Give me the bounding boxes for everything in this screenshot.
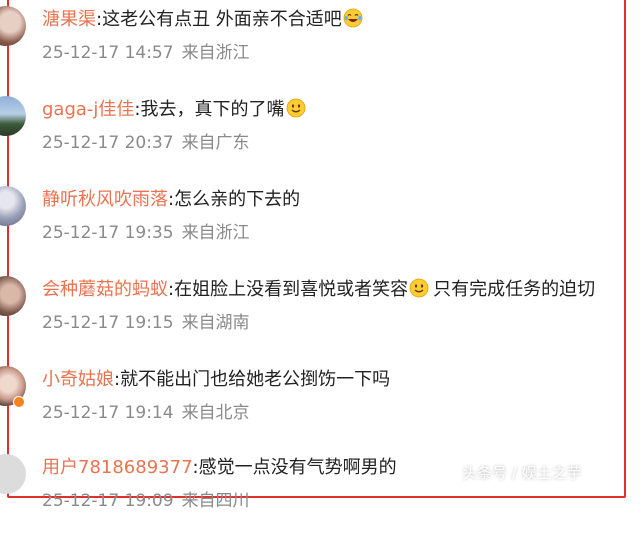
- username-link[interactable]: 小奇姑娘: [42, 369, 114, 390]
- verified-badge-icon: [13, 396, 25, 408]
- comment-location: 来自浙江: [181, 223, 250, 243]
- smile-emoji-icon: [409, 278, 429, 298]
- comment-item: 会种蘑菇的蚂蚁:在姐脸上没看到喜悦或者笑容 只有完成任务的迫切 25-12-17 …: [0, 274, 640, 364]
- username-link[interactable]: 溏果渠: [42, 9, 96, 30]
- comment-text-continued: 只有完成任务的迫切: [433, 279, 596, 300]
- comment-timestamp: 25-12-17 19:14: [42, 403, 174, 423]
- comment-item: 溏果渠:这老公有点丑 外面亲不合适吧 25-12-17 14:57 来自浙江: [0, 4, 640, 94]
- comment-location: 来自浙江: [181, 43, 250, 63]
- comment-text: 我去，真下的了嘴: [140, 99, 285, 120]
- smile-emoji-icon: [286, 98, 305, 118]
- comment-timestamp: 25-12-17 19:35: [42, 223, 174, 243]
- comment-timestamp: 25-12-17 19:15: [42, 313, 174, 333]
- comment-text: 感觉一点没有气势啊男的: [198, 457, 397, 478]
- laughing-tears-emoji-icon: [343, 8, 363, 28]
- comment-location: 来自湖南: [181, 313, 250, 333]
- comment-location: 来自广东: [181, 133, 250, 153]
- comment-text: 怎么亲的下去的: [174, 189, 301, 210]
- comment-location: 来自四川: [181, 491, 250, 511]
- username-link[interactable]: 静听秋风吹雨落: [42, 189, 168, 210]
- avatar[interactable]: [0, 96, 26, 136]
- watermark: 头条号 / 娱土之芋: [462, 464, 582, 482]
- username-link[interactable]: 会种蘑菇的蚂蚁: [42, 279, 168, 300]
- avatar[interactable]: [0, 186, 26, 226]
- avatar[interactable]: [0, 6, 26, 46]
- avatar[interactable]: [0, 454, 26, 494]
- comment-item: 小奇姑娘:就不能出门也给她老公捯饬一下吗 25-12-17 19:14 来自北京: [0, 364, 640, 454]
- comment-text: 在姐脸上没看到喜悦或者笑容: [174, 279, 409, 300]
- comment-text: 就不能出门也给她老公捯饬一下吗: [120, 369, 391, 390]
- username-link[interactable]: gaga-j佳佳: [42, 99, 134, 120]
- comment-item: gaga-j佳佳:我去，真下的了嘴 25-12-17 20:37 来自广东: [0, 94, 640, 184]
- comment-item: 静听秋风吹雨落:怎么亲的下去的 25-12-17 19:35 来自浙江: [0, 184, 640, 274]
- comment-location: 来自北京: [181, 403, 250, 423]
- comment-timestamp: 25-12-17 19:09: [42, 491, 174, 511]
- avatar[interactable]: [0, 276, 26, 316]
- comment-timestamp: 25-12-17 20:37: [42, 133, 174, 153]
- comment-timestamp: 25-12-17 14:57: [42, 43, 174, 63]
- comment-text: 这老公有点丑 外面亲不合适吧: [102, 9, 342, 30]
- username-link[interactable]: 用户7818689377: [42, 457, 193, 478]
